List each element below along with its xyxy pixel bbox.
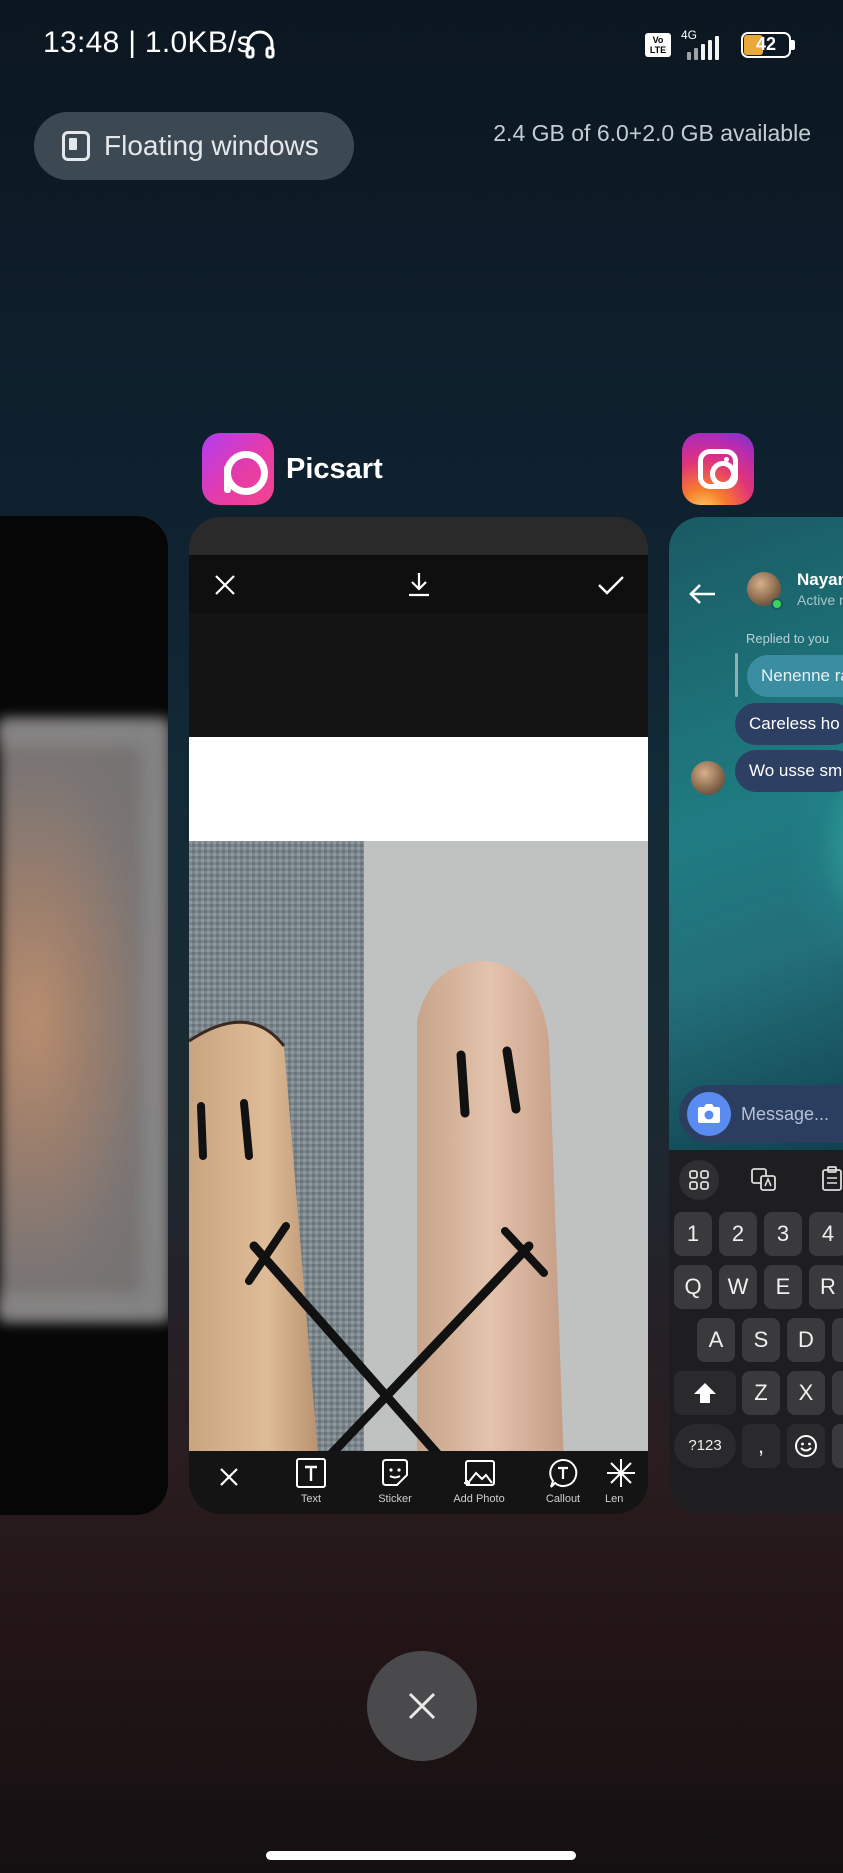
clear-all-button[interactable] — [367, 1651, 477, 1761]
add-photo-icon — [464, 1460, 495, 1486]
tool-callout-label: Callout — [545, 1493, 581, 1505]
shift-key[interactable] — [674, 1371, 736, 1415]
tool-text-label: Text — [300, 1493, 322, 1505]
key-3[interactable]: 3 — [764, 1212, 802, 1256]
tool-add-photo[interactable]: Add Photo — [437, 1451, 521, 1505]
message-bubble[interactable]: Nenenne ra — [747, 655, 843, 697]
emoji-key[interactable] — [787, 1424, 825, 1468]
floating-windows-label: Floating windows — [104, 130, 319, 161]
memory-info: 2.4 GB of 6.0+2.0 GB available — [493, 120, 811, 146]
camera-icon[interactable] — [687, 1092, 731, 1136]
recent-app-card-left[interactable] — [0, 516, 168, 1515]
chat-header: Nayan Active n — [669, 562, 843, 632]
apply-checkmark-icon[interactable] — [591, 565, 631, 605]
key-2[interactable]: 2 — [719, 1212, 757, 1256]
canvas-padding — [189, 613, 648, 737]
comma-key[interactable]: , — [742, 1424, 780, 1468]
text-icon — [296, 1458, 326, 1488]
replied-label: Replied to you — [746, 631, 830, 646]
emoji-icon — [795, 1435, 817, 1457]
message-bubble[interactable]: Wo usse sm — [735, 750, 843, 792]
picsart-icon — [202, 433, 274, 505]
floating-windows-button[interactable]: Floating windows — [34, 112, 354, 180]
key-z[interactable]: Z — [742, 1371, 780, 1415]
headphones-icon — [245, 30, 275, 59]
picsart-app-label[interactable]: Picsart — [202, 433, 383, 505]
key-e[interactable]: E — [764, 1265, 802, 1309]
lens-flare-icon — [607, 1459, 635, 1487]
tool-lens-flare[interactable]: Len — [605, 1451, 645, 1505]
tool-sticker[interactable]: Sticker — [353, 1451, 437, 1505]
message-bubble[interactable]: Careless ho — [735, 703, 843, 745]
contact-name[interactable]: Nayan — [797, 570, 843, 590]
tool-add-photo-label: Add Photo — [453, 1493, 505, 1505]
close-icon — [408, 1692, 436, 1720]
callout-icon — [549, 1458, 578, 1488]
space-key[interactable] — [832, 1424, 843, 1468]
sticker-icon — [382, 1459, 408, 1486]
status-time: 13:48 | 1.0KB/s — [43, 26, 253, 59]
back-arrow-icon[interactable] — [687, 582, 717, 606]
reply-indicator — [735, 653, 738, 697]
shift-icon — [694, 1383, 716, 1403]
canvas-white-area — [189, 737, 648, 841]
signal-icon: 4G — [681, 28, 731, 60]
tool-callout[interactable]: Callout — [521, 1451, 605, 1505]
close-tool-icon[interactable] — [189, 1451, 269, 1487]
volte-icon: Vo LTE — [645, 33, 671, 57]
status-icons: Vo LTE 4G 42 — [645, 28, 795, 60]
editor-toolbar — [189, 555, 648, 613]
picsart-app-name: Picsart — [286, 452, 383, 485]
message-composer[interactable]: Message... — [679, 1085, 843, 1143]
edited-photo[interactable] — [189, 841, 648, 1467]
tool-lens-flare-label: Len — [605, 1493, 624, 1505]
key-1[interactable]: 1 — [674, 1212, 712, 1256]
instagram-card[interactable]: Nayan Active n Replied to you Nenenne ra… — [669, 517, 843, 1514]
active-status: Active n — [797, 592, 843, 608]
keyboard: 1 2 3 4 Q W E R A S D Z X ?123 , — [669, 1150, 843, 1514]
symbols-key[interactable]: ?123 — [674, 1424, 736, 1468]
sender-avatar — [691, 761, 725, 795]
key-4[interactable]: 4 — [809, 1212, 843, 1256]
tool-text[interactable]: Text — [269, 1451, 353, 1505]
apps-grid-icon[interactable] — [679, 1160, 719, 1200]
close-icon[interactable] — [205, 565, 245, 605]
editor-tools-bar: Text Sticker Add Photo Callout Len — [189, 1451, 648, 1514]
key-f[interactable] — [832, 1318, 843, 1362]
key-s[interactable]: S — [742, 1318, 780, 1362]
picsart-card[interactable]: Text Sticker Add Photo Callout Len — [189, 517, 648, 1514]
key-x[interactable]: X — [787, 1371, 825, 1415]
key-a[interactable]: A — [697, 1318, 735, 1362]
battery-level: 42 — [755, 34, 777, 54]
translate-icon[interactable] — [751, 1168, 777, 1192]
key-q[interactable]: Q — [674, 1265, 712, 1309]
instagram-icon[interactable] — [682, 433, 754, 505]
download-icon[interactable] — [399, 565, 439, 605]
tool-sticker-label: Sticker — [378, 1493, 412, 1505]
key-c[interactable] — [832, 1371, 843, 1415]
home-indicator[interactable] — [266, 1851, 576, 1860]
online-indicator — [771, 598, 783, 610]
key-w[interactable]: W — [719, 1265, 757, 1309]
message-input[interactable]: Message... — [741, 1104, 829, 1125]
key-d[interactable]: D — [787, 1318, 825, 1362]
floating-window-icon — [62, 131, 90, 161]
clipboard-icon[interactable] — [821, 1166, 843, 1192]
key-r[interactable]: R — [809, 1265, 843, 1309]
battery-icon: 42 — [741, 32, 791, 58]
